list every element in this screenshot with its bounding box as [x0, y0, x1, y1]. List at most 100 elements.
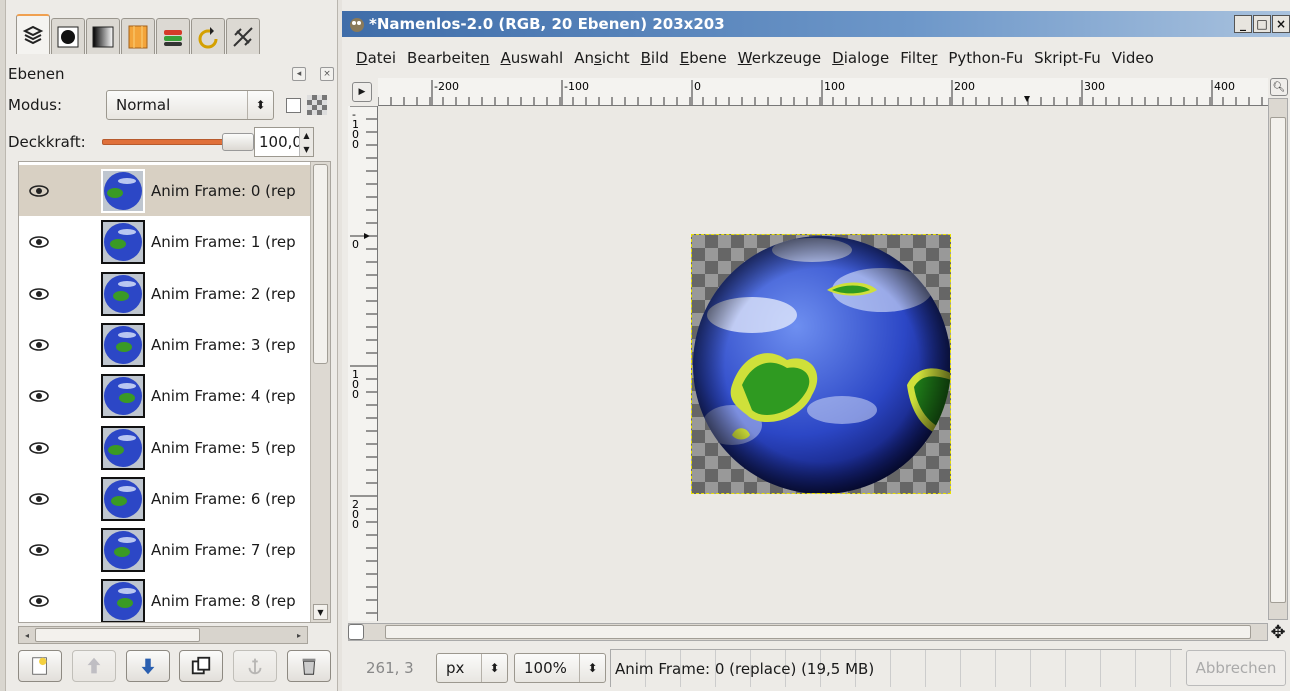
layer-row[interactable]: Anim Frame: 8 (rep — [19, 575, 311, 622]
opacity-spinbox[interactable]: 100,0 ▲ ▼ — [254, 127, 314, 157]
dock-title-bar: Ebenen ◂ × — [6, 63, 334, 85]
eye-icon[interactable] — [19, 339, 59, 351]
window-titlebar[interactable]: *Namenlos-2.0 (RGB, 20 Ebenen) 203x203 _… — [342, 11, 1290, 37]
layer-name: Anim Frame: 2 (rep — [151, 284, 296, 303]
eye-icon[interactable] — [19, 492, 59, 505]
lock-alpha-icon — [307, 95, 327, 115]
zoom-toggle-icon[interactable]: 🔍︎ — [1270, 78, 1288, 96]
cancel-button[interactable]: Abbrechen — [1186, 650, 1286, 686]
navigate-menu-icon[interactable]: ▶ — [352, 82, 372, 102]
unit-value: px — [446, 659, 465, 677]
tab-tool-options[interactable] — [226, 18, 260, 54]
anchor-layer-button[interactable] — [233, 650, 278, 682]
layer-row[interactable]: Anim Frame: 0 (rep — [19, 165, 311, 217]
dock-tabs — [16, 14, 261, 58]
menu-item[interactable]: Werkzeuge — [738, 49, 821, 67]
layer-row[interactable]: Anim Frame: 1 (rep — [19, 216, 311, 269]
navigate-move-icon[interactable]: ✥ — [1268, 622, 1288, 643]
opacity-slider-handle[interactable] — [222, 133, 254, 151]
menu-item[interactable]: Filter — [900, 49, 937, 67]
new-layer-icon — [32, 657, 47, 675]
layer-row[interactable]: Anim Frame: 5 (rep — [19, 421, 311, 474]
layers-button-bar — [18, 650, 331, 684]
close-button[interactable]: × — [1272, 15, 1290, 33]
scrollbar-thumb[interactable] — [385, 625, 1251, 639]
scroll-left-arrow-icon[interactable]: ◂ — [20, 628, 34, 642]
layer-thumbnail — [101, 322, 145, 367]
eye-icon[interactable] — [19, 390, 59, 402]
zoom-select[interactable]: 100% ⬍ — [514, 653, 606, 683]
status-message: Anim Frame: 0 (replace) (19,5 MB) — [610, 649, 1182, 687]
eye-icon[interactable] — [19, 287, 59, 300]
eye-icon[interactable] — [19, 236, 59, 249]
pointer-marker — [364, 233, 370, 239]
opacity-value: 100,0 — [259, 133, 302, 151]
ruler-ticks: -1000100200 — [350, 106, 377, 614]
layer-row[interactable]: Anim Frame: 7 (rep — [19, 524, 311, 577]
minimize-button[interactable]: _ — [1234, 15, 1252, 33]
updown-arrow-icon: ⬍ — [247, 91, 273, 119]
menubar: Datei Bearbeiten Auswahl Ansicht Bild Ebene We… — [342, 43, 1290, 73]
tab-paths[interactable] — [86, 18, 120, 54]
delete-layer-button[interactable] — [286, 650, 331, 682]
tab-channels[interactable] — [51, 18, 85, 54]
duplicate-layer-button[interactable] — [179, 650, 224, 682]
menu-item[interactable]: Ebene — [680, 49, 727, 67]
eye-icon[interactable] — [19, 185, 59, 197]
scrollbar-thumb[interactable] — [313, 164, 328, 364]
layer-row[interactable]: Anim Frame: 4 (rep — [19, 370, 311, 423]
layer-name: Anim Frame: 8 (rep — [151, 592, 296, 611]
image-layer[interactable] — [691, 234, 951, 494]
tab-layers[interactable] — [16, 14, 50, 54]
tab-gradients[interactable] — [121, 18, 155, 54]
menu-item[interactable]: Auswahl — [500, 49, 563, 67]
vertical-ruler[interactable]: -1000100200 — [348, 106, 378, 621]
scroll-down-arrow-icon[interactable]: ▼ — [313, 604, 328, 620]
unit-select[interactable]: px ⬍ — [436, 653, 508, 683]
eye-icon[interactable] — [19, 595, 59, 608]
menu-item[interactable]: Python-Fu — [948, 49, 1023, 67]
maximize-button[interactable]: □ — [1253, 15, 1271, 33]
layers-dock: Ebenen ◂ × Modus: Normal ⬍ Deckkraft: 10… — [0, 0, 338, 691]
eye-icon[interactable] — [19, 544, 59, 556]
dock-menu-icon[interactable]: ◂ — [292, 67, 306, 81]
menu-item[interactable]: Ansicht — [574, 49, 629, 67]
quick-mask-toggle[interactable] — [348, 624, 364, 640]
layers-horizontal-scrollbar[interactable]: ◂ ▸ — [18, 626, 308, 644]
canvas-vertical-scrollbar[interactable] — [1268, 98, 1288, 620]
menu-item[interactable]: Skript-Fu — [1034, 49, 1101, 67]
canvas-horizontal-scrollbar[interactable] — [348, 623, 1268, 641]
raise-layer-button[interactable] — [71, 650, 116, 682]
planet-image — [693, 236, 950, 493]
eye-icon[interactable] — [19, 441, 59, 454]
menu-item[interactable]: Dialoge — [832, 49, 889, 67]
layer-thumbnail — [101, 579, 145, 622]
updown-arrow-icon: ⬍ — [579, 654, 605, 682]
new-layer-button[interactable] — [18, 650, 62, 682]
layer-row[interactable]: Anim Frame: 6 (rep — [19, 472, 311, 525]
layer-row[interactable]: Anim Frame: 3 (rep — [19, 318, 311, 371]
menu-item[interactable]: Bild — [641, 49, 669, 67]
layer-thumbnail — [101, 425, 145, 470]
image-canvas[interactable] — [378, 106, 1267, 621]
anchor-layer-icon — [248, 658, 262, 675]
dock-close-icon[interactable]: × — [320, 67, 334, 81]
layer-row[interactable]: Anim Frame: 2 (rep — [19, 267, 311, 320]
scrollbar-thumb[interactable] — [1270, 117, 1286, 603]
scrollbar-thumb[interactable] — [35, 628, 200, 642]
tab-palettes[interactable] — [156, 18, 190, 54]
lower-layer-button[interactable] — [125, 650, 170, 682]
pointer-coordinates: 261, 3 — [366, 659, 414, 677]
layers-vertical-scrollbar[interactable]: ▼ — [310, 162, 330, 622]
tab-undo-history[interactable] — [191, 18, 225, 54]
mode-select[interactable]: Normal ⬍ — [106, 90, 274, 120]
horizontal-ruler[interactable]: -200 -100 0 100 200 300 400 — [378, 78, 1268, 106]
spin-arrows-icon[interactable]: ▲ ▼ — [299, 128, 313, 156]
lock-alpha-checkbox[interactable] — [286, 97, 301, 113]
opacity-slider[interactable] — [102, 127, 254, 157]
menu-item[interactable]: Datei — [356, 49, 396, 67]
scroll-right-arrow-icon[interactable]: ▸ — [292, 628, 306, 642]
ruler-label: -100 — [564, 80, 589, 93]
menu-item[interactable]: Bearbeiten — [407, 49, 489, 67]
menu-item[interactable]: Video — [1112, 49, 1154, 67]
